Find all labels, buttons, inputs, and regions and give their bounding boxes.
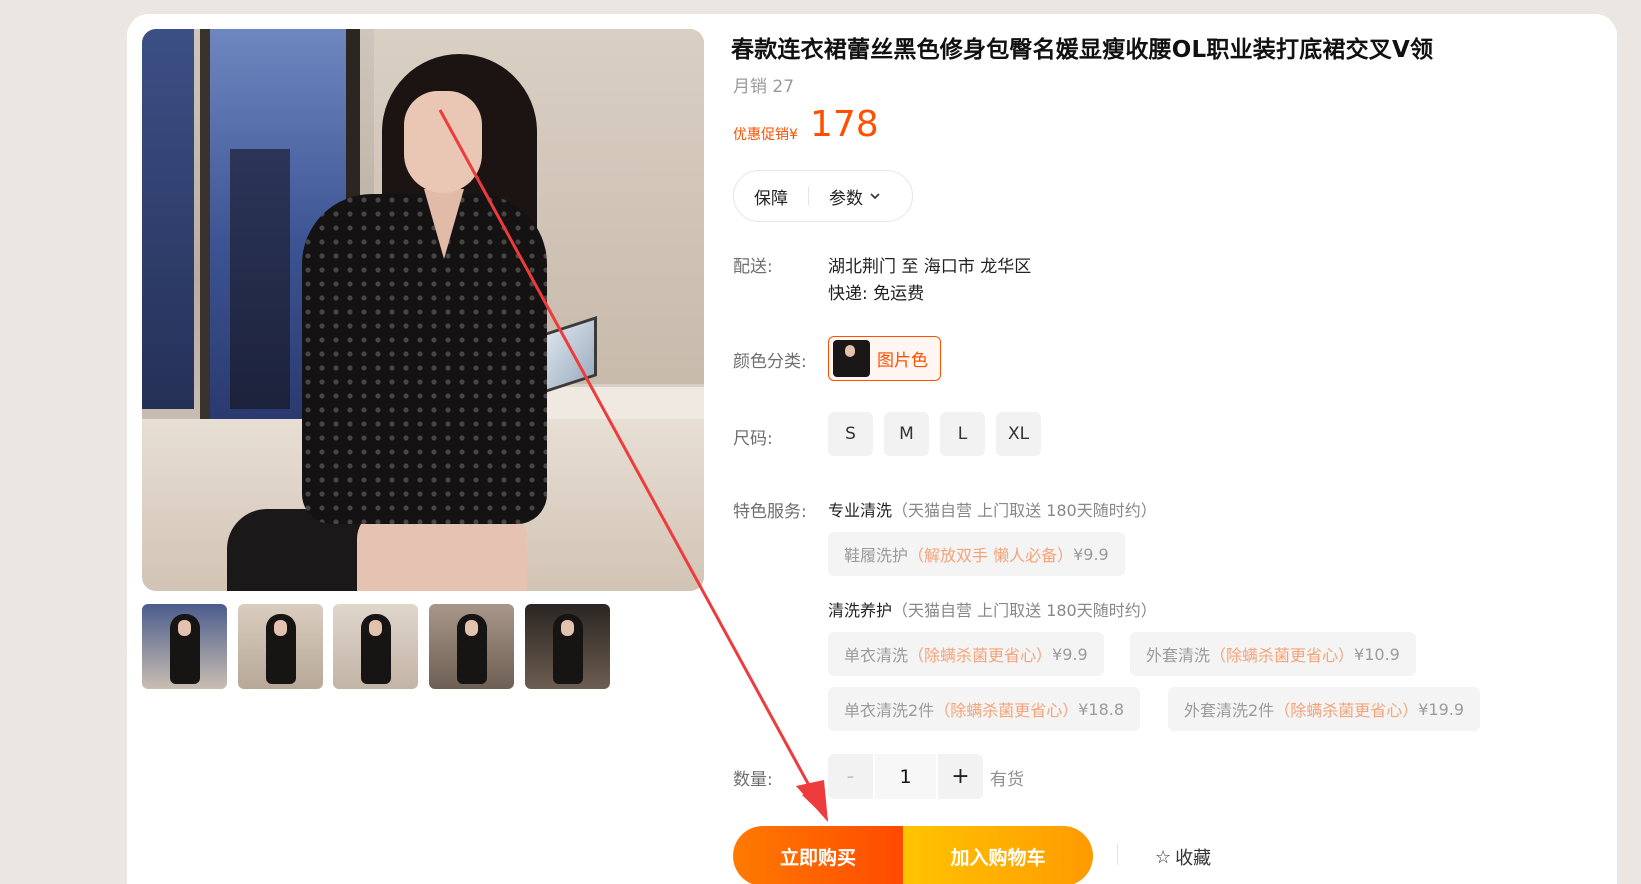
size-option-l[interactable]: L [940, 412, 985, 456]
size-option-s[interactable]: S [828, 412, 873, 456]
thumbnail-5[interactable] [525, 604, 610, 689]
quantity-input[interactable]: 1 [875, 754, 936, 799]
params-button[interactable]: 参数 [809, 184, 901, 209]
color-label: 颜色分类: [733, 352, 807, 372]
promo-label: 优惠促销¥ [733, 127, 798, 143]
guarantee-params-box: 保障 参数 [733, 170, 913, 222]
shipping-fee: 快递: 免运费 [828, 284, 925, 304]
service-option-shirt-wash[interactable]: 单衣清洗 （除螨杀菌更省心） ¥9.9 [828, 632, 1104, 676]
price-value: 178 [810, 104, 879, 145]
quantity-decrease-button[interactable]: - [828, 754, 873, 799]
favorite-button[interactable]: ☆ 收藏 [1155, 844, 1211, 870]
quantity-increase-button[interactable]: + [938, 754, 983, 799]
size-option-m[interactable]: M [884, 412, 929, 456]
quantity-label: 数量: [733, 770, 773, 790]
purchase-button-group: 立即购买 加入购物车 [733, 826, 1093, 884]
size-option-xl[interactable]: XL [996, 412, 1041, 456]
shipping-route[interactable]: 湖北荆门 至 海口市 龙华区 [828, 252, 1031, 277]
monthly-sales: 月销 27 [733, 77, 795, 97]
add-to-cart-button[interactable]: 加入购物车 [903, 826, 1093, 884]
product-title: 春款连衣裙蕾丝黑色修身包臀名媛显瘦收腰OL职业装打底裙交叉V领 [731, 37, 1434, 63]
buy-now-button[interactable]: 立即购买 [733, 826, 903, 884]
size-label: 尺码: [733, 429, 773, 449]
service-option-shirt-wash-2[interactable]: 单衣清洗2件 （除螨杀菌更省心） ¥18.8 [828, 687, 1141, 731]
service-group-title-1: 专业清洗（天猫自营 上门取送 180天随时约） [828, 501, 1157, 520]
services-label: 特色服务: [733, 502, 807, 522]
service-option-coat-wash[interactable]: 外套清洗 （除螨杀菌更省心） ¥10.9 [1130, 632, 1416, 676]
service-option-coat-wash-2[interactable]: 外套清洗2件 （除螨杀菌更省心） ¥19.9 [1168, 687, 1481, 731]
chevron-down-icon [870, 193, 880, 200]
guarantee-button[interactable]: 保障 [734, 184, 808, 209]
main-product-image[interactable] [142, 29, 704, 591]
thumbnail-3[interactable] [333, 604, 418, 689]
stock-status: 有货 [990, 770, 1024, 790]
service-option-shoe-care[interactable]: 鞋履洗护 （解放双手 懒人必备） ¥9.9 [828, 532, 1125, 576]
thumbnail-1[interactable] [142, 604, 227, 689]
shipping-label: 配送: [733, 257, 773, 277]
color-swatch-image [833, 340, 870, 377]
color-option-selected[interactable]: 图片色 [828, 336, 941, 381]
thumbnail-4[interactable] [429, 604, 514, 689]
service-group-title-2: 清洗养护（天猫自营 上门取送 180天随时约） [828, 601, 1157, 620]
thumbnail-2[interactable] [238, 604, 323, 689]
star-outline-icon: ☆ [1155, 846, 1172, 868]
